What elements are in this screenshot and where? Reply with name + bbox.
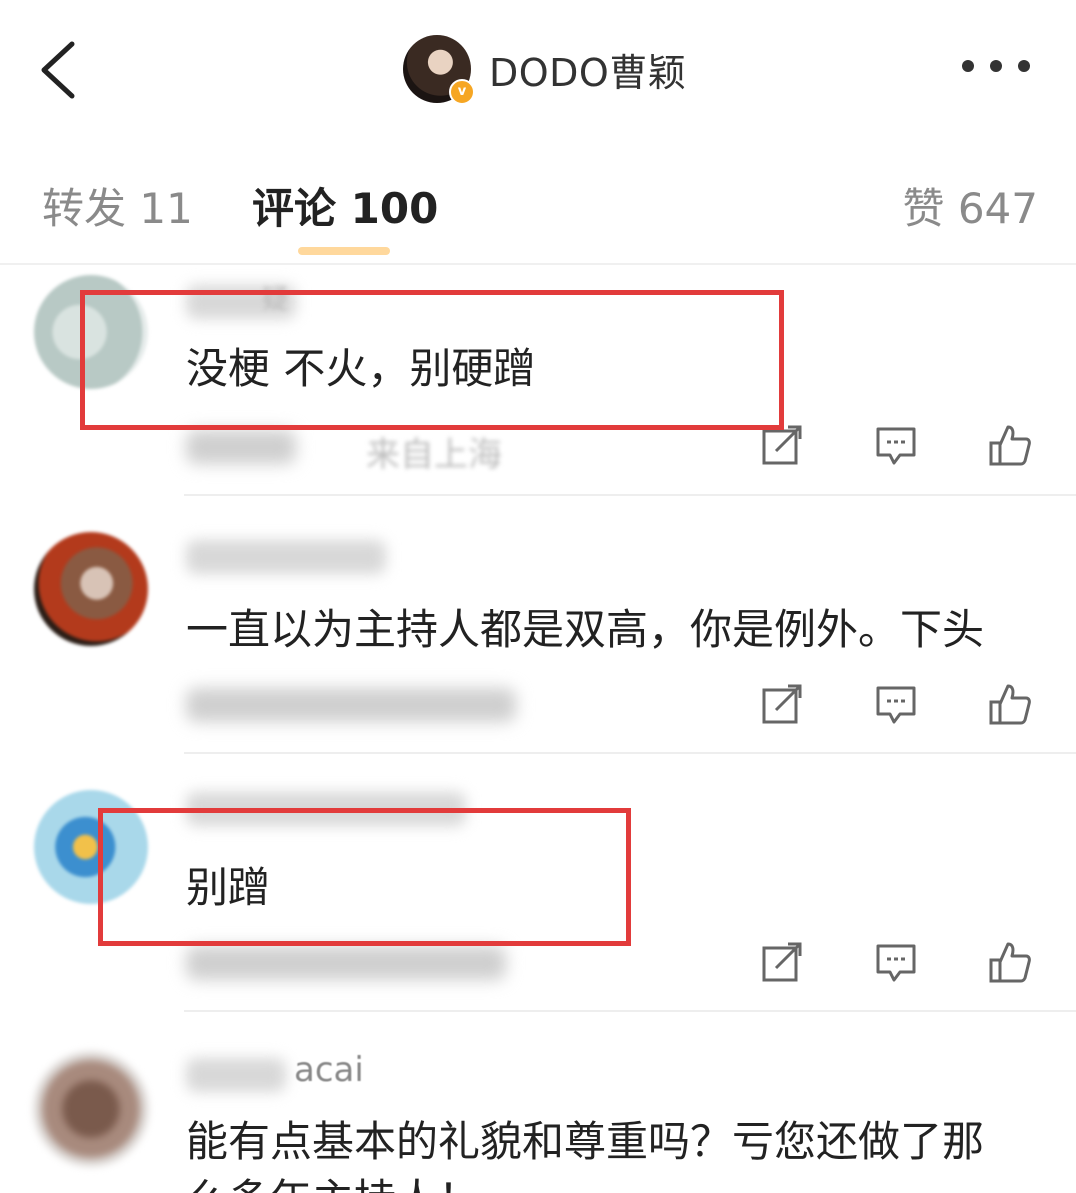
chevron-left-icon[interactable]: [38, 40, 78, 100]
commenter-name-fragment: acai: [294, 1050, 364, 1090]
commenter-name[interactable]: [186, 540, 386, 574]
highlight-box: [98, 808, 631, 946]
comment-meta: [186, 430, 296, 464]
comment-item: acai 能有点基本的礼貌和尊重吗？亏您还做了那 么多年主持人！: [0, 1012, 1076, 1193]
share-icon[interactable]: [760, 682, 804, 726]
share-icon[interactable]: [760, 940, 804, 984]
comment-text: 能有点基本的礼貌和尊重吗？亏您还做了那: [186, 1117, 985, 1166]
thumbs-up-icon[interactable]: [988, 682, 1032, 726]
top-bar: v DODO曹颖: [0, 0, 1076, 135]
profile-header[interactable]: v DODO曹颖: [403, 33, 686, 105]
avatar[interactable]: [34, 532, 148, 646]
username[interactable]: DODO曹颖: [489, 42, 686, 97]
tab-indicator: [298, 247, 390, 255]
comment-text: 一直以为主持人都是双高，你是例外。下头: [186, 605, 985, 654]
comment-icon[interactable]: [874, 940, 918, 984]
tab-bar: 转发 11 评论 100 赞 647: [0, 135, 1076, 265]
highlight-box: [80, 290, 784, 430]
comment-location: 来自上海: [366, 435, 502, 475]
comment-meta: [186, 946, 506, 980]
thumbs-up-icon[interactable]: [988, 423, 1032, 467]
comment-item: 一直以为主持人都是双高，你是例外。下头: [0, 496, 1076, 752]
commenter-name[interactable]: [186, 1058, 286, 1092]
avatar[interactable]: v: [403, 35, 475, 105]
avatar[interactable]: [34, 1052, 148, 1166]
tab-repost[interactable]: 转发 11: [42, 175, 193, 236]
verified-badge-icon: v: [449, 79, 475, 105]
more-dots-icon[interactable]: [962, 60, 1030, 72]
tab-like[interactable]: 赞 647: [902, 175, 1038, 236]
comment-icon[interactable]: [874, 682, 918, 726]
comment-text-line2: 么多年主持人！: [186, 1166, 480, 1193]
comment-meta: [186, 688, 516, 722]
thumbs-up-icon[interactable]: [988, 940, 1032, 984]
comment-icon[interactable]: [874, 423, 918, 467]
